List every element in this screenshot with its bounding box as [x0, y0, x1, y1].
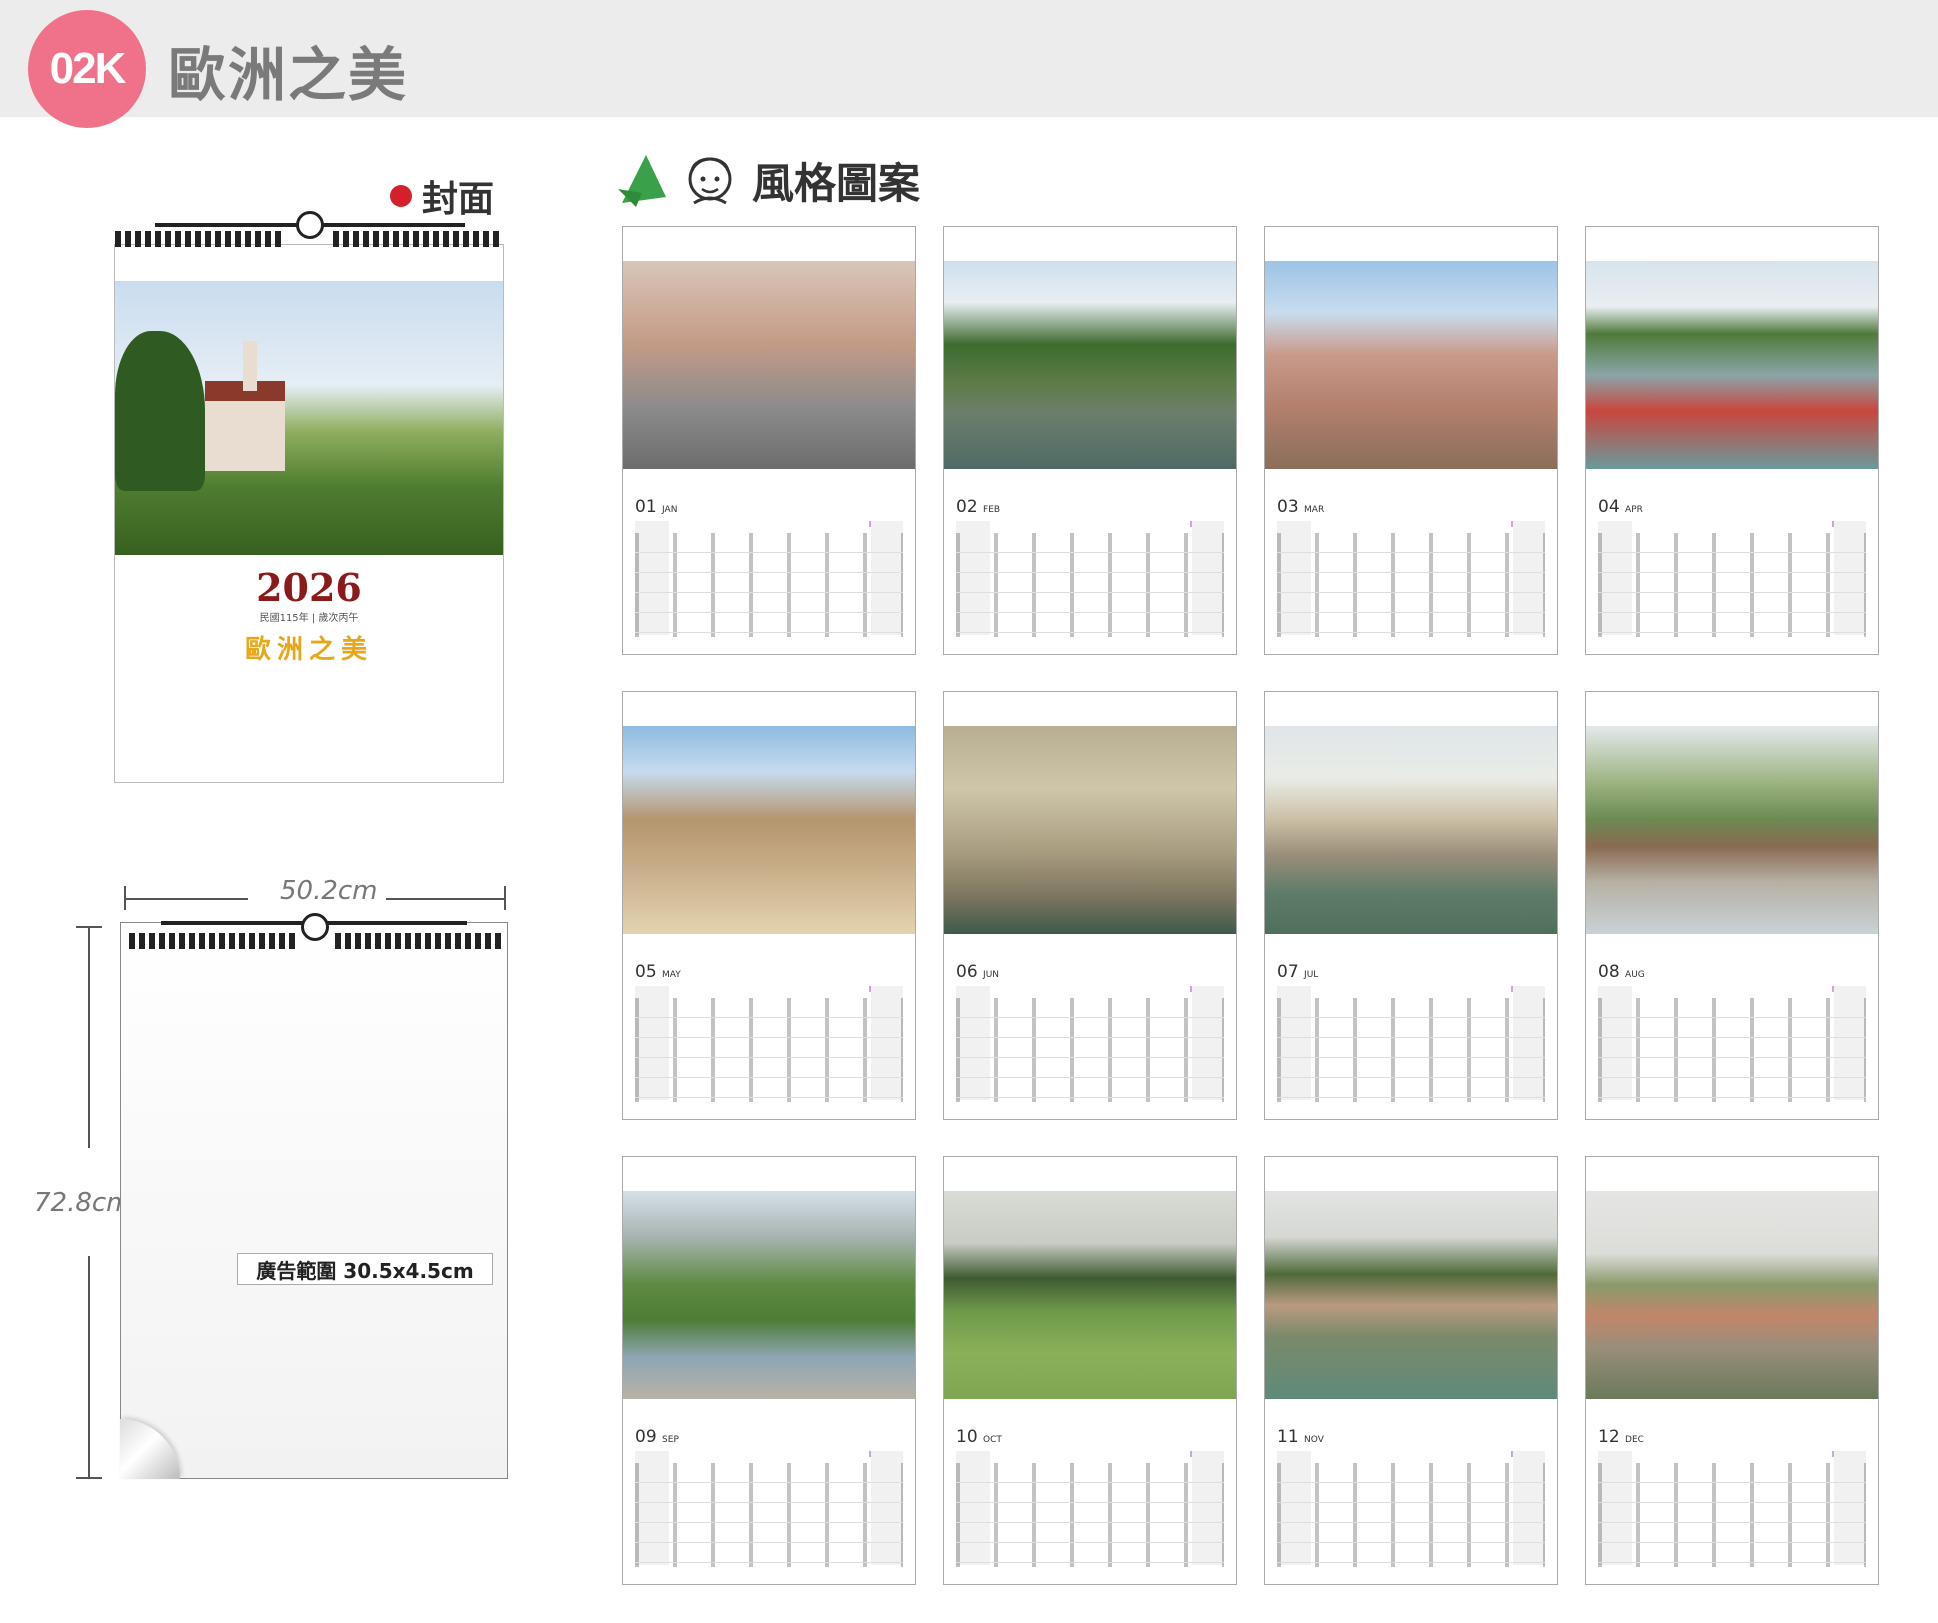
- ad-area-label: 廣告範圍 30.5x4.5cm: [237, 1253, 493, 1285]
- month-sheet-09: 09 SEP: [622, 1156, 916, 1585]
- date-rows: [956, 1463, 1224, 1567]
- date-rows: [1277, 533, 1545, 637]
- cover-label-text: 封面: [422, 179, 495, 220]
- product-code-badge: 02K: [28, 10, 146, 128]
- month-photo: [1586, 261, 1878, 469]
- month-label: 10 OCT: [956, 1427, 1002, 1447]
- date-rows: [1277, 1463, 1545, 1567]
- month-photo: [1586, 726, 1878, 934]
- width-dimension: 50.2cm: [280, 876, 378, 906]
- cover-subtitle: 民國115年 | 歲次丙午: [259, 613, 359, 624]
- width-dimension-tick-right: [504, 886, 506, 910]
- month-photo: [944, 1191, 1236, 1399]
- height-dimension: 72.8cm: [34, 1188, 132, 1218]
- height-dimension-line-top: [88, 926, 90, 1148]
- month-label: 09 SEP: [635, 1427, 679, 1447]
- hanger-hook: [296, 211, 324, 239]
- width-dimension-tick-left: [124, 886, 126, 910]
- month-label: 04 APR: [1598, 497, 1643, 517]
- style-section-label: 風格圖案: [612, 150, 920, 211]
- date-rows: [956, 998, 1224, 1102]
- date-rows: [635, 533, 903, 637]
- month-sheet-05: 05 MAY: [622, 691, 916, 1120]
- cover-photo: [115, 281, 503, 555]
- month-sheet-07: 07 JUL: [1264, 691, 1558, 1120]
- height-dimension-tick-bottom: [76, 1477, 102, 1479]
- height-dimension-line-bottom: [88, 1256, 90, 1478]
- date-rows: [1598, 533, 1866, 637]
- width-dimension-line-left: [124, 898, 248, 900]
- month-sheet-03: 03 MAR: [1264, 226, 1558, 655]
- month-sheet-11: 11 NOV: [1264, 1156, 1558, 1585]
- cover-year: 2026: [256, 565, 362, 610]
- month-photo: [623, 1191, 915, 1399]
- month-photo: [944, 261, 1236, 469]
- cover-calendar: 2026 民國115年 | 歲次丙午 歐洲之美: [114, 211, 504, 783]
- month-sheet-12: 12 DEC: [1585, 1156, 1879, 1585]
- binding-rings-left: [129, 933, 297, 949]
- page-curl: [120, 1419, 180, 1479]
- character-face-icon: [688, 157, 732, 204]
- date-rows: [956, 533, 1224, 637]
- binding-rings-left: [115, 231, 285, 247]
- red-dot-icon: [390, 185, 412, 207]
- cover-section-label: 封面: [390, 170, 494, 222]
- month-photo: [1265, 726, 1557, 934]
- calendar-back-blank: 廣告範圍 30.5x4.5cm: [120, 913, 508, 1479]
- month-label: 05 MAY: [635, 962, 681, 982]
- month-photo: [1586, 1191, 1878, 1399]
- month-sheet-01: 01 JAN: [622, 226, 916, 655]
- style-label-text: 風格圖案: [752, 159, 921, 208]
- month-sheet-06: 06 JUN: [943, 691, 1237, 1120]
- month-sheet-04: 04 APR: [1585, 226, 1879, 655]
- width-dimension-line-right: [386, 898, 504, 900]
- cover-name: 歐洲之美: [244, 635, 373, 665]
- month-sheet-08: 08 AUG: [1585, 691, 1879, 1120]
- month-photo: [944, 726, 1236, 934]
- month-photo: [623, 726, 915, 934]
- month-sheet-02: 02 FEB: [943, 226, 1237, 655]
- month-label: 07 JUL: [1277, 962, 1319, 982]
- date-rows: [1598, 998, 1866, 1102]
- month-photo: [1265, 1191, 1557, 1399]
- month-label: 08 AUG: [1598, 962, 1645, 982]
- binding-rings-right: [335, 933, 501, 949]
- month-label: 12 DEC: [1598, 1427, 1644, 1447]
- hanger-hook: [301, 913, 329, 941]
- month-photo: [1265, 261, 1557, 469]
- month-label: 01 JAN: [635, 497, 678, 517]
- date-rows: [635, 1463, 903, 1567]
- month-label: 11 NOV: [1277, 1427, 1324, 1447]
- month-sheet-10: 10 OCT: [943, 1156, 1237, 1585]
- page-title: 歐洲之美: [168, 41, 409, 109]
- month-label: 06 JUN: [956, 962, 1000, 982]
- date-rows: [1277, 998, 1545, 1102]
- date-rows: [1598, 1463, 1866, 1567]
- binding-rings-right: [333, 231, 503, 247]
- month-photo: [623, 261, 915, 469]
- month-label: 03 MAR: [1277, 497, 1325, 517]
- month-label: 02 FEB: [956, 497, 1001, 517]
- tree-icon: [618, 154, 666, 207]
- date-rows: [635, 998, 903, 1102]
- height-dimension-tick-top: [76, 926, 102, 928]
